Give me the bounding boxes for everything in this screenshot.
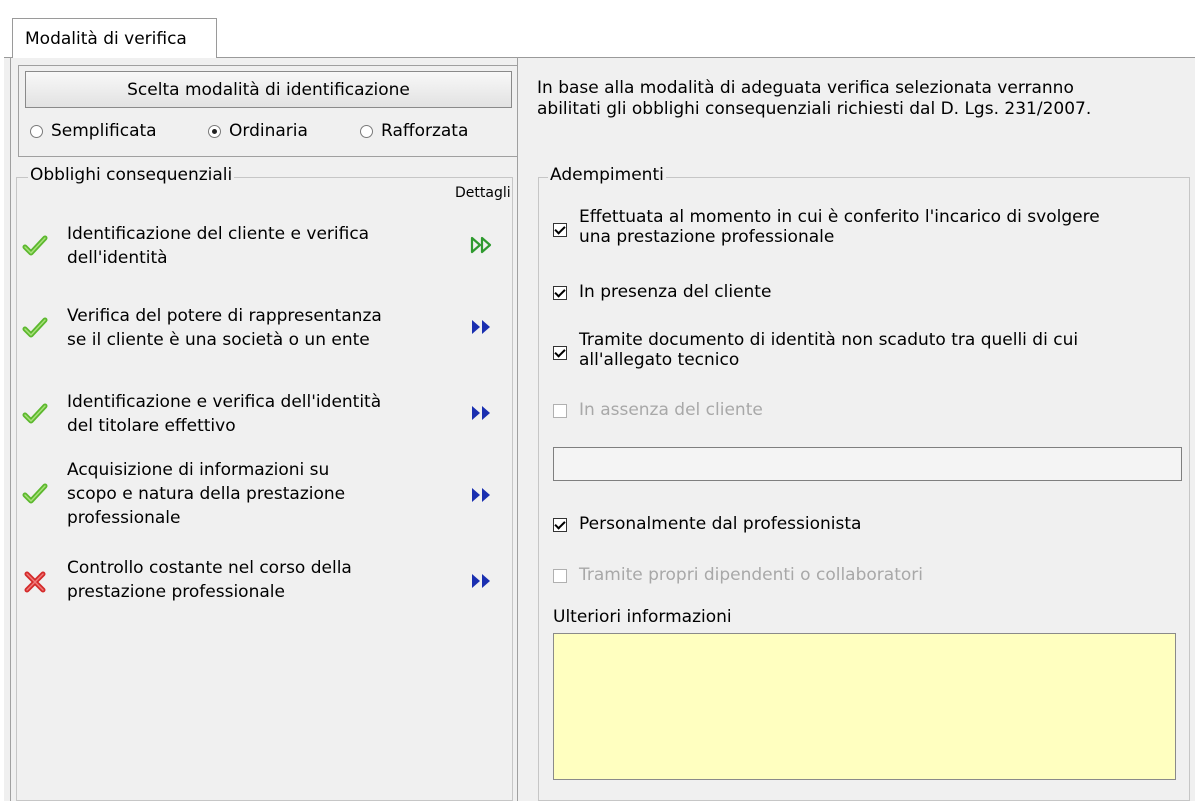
checkbox-label: Personalmente dal professionista bbox=[579, 514, 862, 534]
checkbox-documento-identita[interactable]: Tramite documento di identità non scadut… bbox=[553, 330, 1078, 370]
radio-circle[interactable] bbox=[208, 124, 221, 138]
ulteriori-textarea[interactable] bbox=[553, 633, 1176, 780]
info-line: abilitati gli obblighi consequenziali ri… bbox=[537, 99, 1092, 119]
obbligo-line: Controllo costante nel corso della bbox=[67, 558, 352, 578]
obbligo-line: Acquisizione di informazioni su bbox=[67, 460, 330, 480]
ulteriori-label: Ulteriori informazioni bbox=[553, 607, 732, 627]
obbligo-line: dell'identità bbox=[67, 248, 168, 268]
checkbox-label: In presenza del cliente bbox=[579, 282, 772, 302]
double-arrow-green-icon[interactable] bbox=[470, 236, 494, 254]
checkbox-label: Effettuata al momento in cui è conferito… bbox=[579, 207, 1100, 227]
checkbox-dipendenti[interactable]: Tramite propri dipendenti o collaborator… bbox=[553, 565, 923, 585]
obbligo-line: se il cliente è una società o un ente bbox=[67, 330, 370, 350]
radio-ordinaria[interactable]: Ordinaria bbox=[208, 121, 308, 141]
checkbox-in-presenza[interactable]: In presenza del cliente bbox=[553, 282, 771, 302]
info-text: In base alla modalità di adeguata verifi… bbox=[537, 78, 1187, 120]
obbligo-line: scopo e natura della prestazione bbox=[67, 484, 346, 504]
radio-circle[interactable] bbox=[30, 124, 43, 138]
obbligo-line: professionale bbox=[67, 508, 181, 528]
checkbox-personalmente[interactable]: Personalmente dal professionista bbox=[553, 514, 861, 534]
check-icon bbox=[22, 316, 48, 340]
radio-label: Semplificata bbox=[51, 121, 157, 141]
obblighi-title: Obblighi consequenziali bbox=[28, 165, 235, 185]
tab-label: Modalità di verifica bbox=[25, 29, 187, 49]
checkbox[interactable] bbox=[553, 346, 567, 360]
checkbox-label: In assenza del cliente bbox=[579, 400, 763, 420]
checkbox[interactable] bbox=[553, 404, 567, 418]
checkbox-label: Tramite propri dipendenti o collaborator… bbox=[579, 565, 923, 585]
scelta-modalita-button[interactable]: Scelta modalità di identificazione bbox=[25, 71, 512, 108]
checkbox-label: Tramite documento di identità non scadut… bbox=[579, 330, 1079, 350]
double-arrow-blue-icon[interactable] bbox=[470, 572, 494, 590]
info-line: In base alla modalità di adeguata verifi… bbox=[537, 78, 1074, 98]
check-icon bbox=[22, 234, 48, 258]
checkbox-label: all'allegato tecnico bbox=[579, 350, 740, 370]
checkbox[interactable] bbox=[553, 223, 567, 237]
obbligo-line: prestazione professionale bbox=[67, 582, 285, 602]
checkbox[interactable] bbox=[553, 569, 567, 583]
obbligo-line: Identificazione e verifica dell'identità bbox=[67, 392, 382, 412]
tab-modalita-verifica[interactable]: Modalità di verifica bbox=[12, 18, 217, 58]
radio-semplificata[interactable]: Semplificata bbox=[30, 121, 157, 141]
obbligo-line: del titolare effettivo bbox=[67, 416, 236, 436]
adempimenti-title: Adempimenti bbox=[548, 165, 666, 185]
obbligo-line: Identificazione del cliente e verifica bbox=[67, 224, 370, 244]
double-arrow-blue-icon[interactable] bbox=[470, 486, 494, 504]
obbligo-line: Verifica del potere di rappresentanza bbox=[67, 306, 382, 326]
radio-label: Ordinaria bbox=[229, 121, 308, 141]
cross-icon bbox=[22, 570, 48, 594]
check-icon bbox=[22, 402, 48, 426]
double-arrow-blue-icon[interactable] bbox=[470, 404, 494, 422]
radio-circle[interactable] bbox=[360, 124, 373, 138]
check-icon bbox=[22, 482, 48, 506]
double-arrow-blue-icon[interactable] bbox=[470, 318, 494, 336]
checkbox[interactable] bbox=[553, 286, 567, 300]
checkbox-conferito-incarico[interactable]: Effettuata al momento in cui è conferito… bbox=[553, 207, 1100, 247]
checkbox-in-assenza[interactable]: In assenza del cliente bbox=[553, 400, 763, 420]
checkbox[interactable] bbox=[553, 518, 567, 532]
radio-label: Rafforzata bbox=[381, 121, 469, 141]
assenza-text-field[interactable] bbox=[553, 447, 1182, 481]
dettagli-header: Dettagli bbox=[455, 185, 511, 201]
radio-rafforzata[interactable]: Rafforzata bbox=[360, 121, 468, 141]
checkbox-label: una prestazione professionale bbox=[579, 227, 835, 247]
